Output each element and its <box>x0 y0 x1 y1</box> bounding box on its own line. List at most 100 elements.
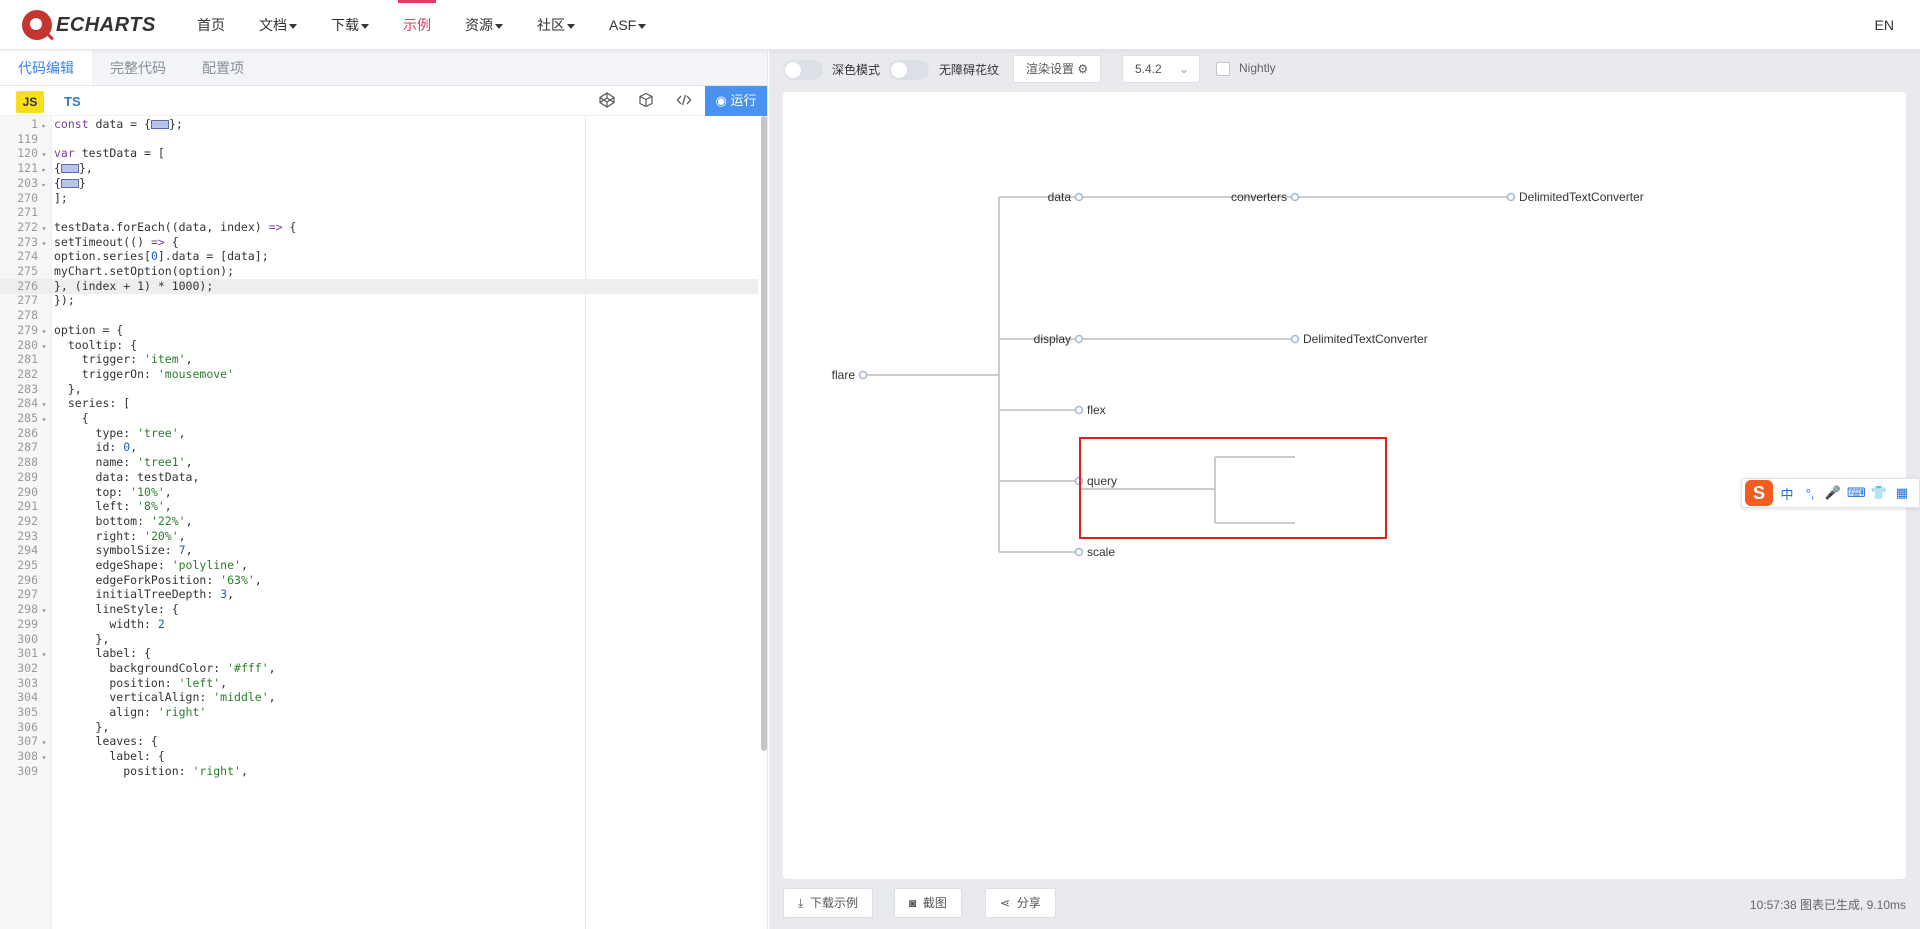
code-line[interactable]: 284 ▾ series: [ <box>0 396 758 411</box>
code-line[interactable]: 280 ▾ tooltip: { <box>0 338 758 353</box>
code-line[interactable]: 298 ▾ lineStyle: { <box>0 602 758 617</box>
echarts-logo[interactable]: ECHARTS <box>22 9 156 41</box>
code-line[interactable]: 299 width: 2 <box>0 617 758 632</box>
code-line[interactable]: 309 position: 'right', <box>0 764 758 779</box>
ime-chinese-toggle[interactable]: 中 <box>1778 484 1796 503</box>
code-line[interactable]: 290 top: '10%', <box>0 485 758 500</box>
tree-label-display[interactable]: display <box>1034 332 1071 346</box>
code-line[interactable]: 121 ▸{}, <box>0 161 758 176</box>
nav-item-download[interactable]: 下载 <box>314 0 386 50</box>
code-line[interactable]: 307 ▾ leaves: { <box>0 734 758 749</box>
code-line[interactable]: 304 verticalAlign: 'middle', <box>0 690 758 705</box>
code-line[interactable]: 273 ▾ setTimeout(() => { <box>0 235 758 250</box>
tree-label-flex[interactable]: flex <box>1087 403 1106 417</box>
keyboard-icon[interactable]: ⌨ <box>1847 485 1866 501</box>
code-line[interactable]: 278 <box>0 308 758 323</box>
codesandbox-icon[interactable] <box>636 92 656 112</box>
code-line[interactable]: 285 ▾ { <box>0 411 758 426</box>
tree-label-delimited-2[interactable]: DelimitedTextConverter <box>1303 332 1428 346</box>
code-line[interactable]: 296 edgeForkPosition: '63%', <box>0 573 758 588</box>
microphone-icon[interactable]: 🎤 <box>1824 485 1842 501</box>
nightly-checkbox[interactable] <box>1216 62 1230 76</box>
code-line[interactable]: 281 trigger: 'item', <box>0 352 758 367</box>
code-line[interactable]: 301 ▾ label: { <box>0 646 758 661</box>
sogou-logo-icon[interactable]: S <box>1745 480 1773 506</box>
code-line[interactable]: 275 myChart.setOption(option); <box>0 264 758 279</box>
tree-chart[interactable]: flare data converters DelimitedTextConverte… <box>783 92 1906 879</box>
editor-scrollbar[interactable] <box>761 116 767 751</box>
run-button[interactable]: ◉ 运行 <box>705 86 767 116</box>
tree-label-scale[interactable]: scale <box>1087 545 1115 559</box>
language-switch[interactable]: EN <box>1875 0 1894 50</box>
code-line[interactable]: 286 type: 'tree', <box>0 426 758 441</box>
codepen-icon[interactable] <box>597 92 617 112</box>
code-line[interactable]: 294 symbolSize: 7, <box>0 543 758 558</box>
code-line[interactable]: 295 edgeShape: 'polyline', <box>0 558 758 573</box>
code-line[interactable]: 271 <box>0 205 758 220</box>
code-line[interactable]: 300 }, <box>0 632 758 647</box>
code-line[interactable]: 283 }, <box>0 382 758 397</box>
code-line[interactable]: 308 ▾ label: { <box>0 749 758 764</box>
chart-container[interactable]: flare data converters DelimitedTextConverte… <box>783 92 1906 879</box>
tree-node-delimited-2[interactable] <box>1290 334 1300 344</box>
ime-punctuation-icon[interactable]: °, <box>1801 486 1819 501</box>
tree-label-delimited-1[interactable]: DelimitedTextConverter <box>1519 190 1644 204</box>
code-text: align: 'right' <box>54 705 207 719</box>
code-line[interactable]: 297 initialTreeDepth: 3, <box>0 587 758 602</box>
nav-item-resources[interactable]: 资源 <box>448 0 520 50</box>
dark-mode-toggle[interactable] <box>783 60 823 80</box>
code-line[interactable]: 203 ▸{} <box>0 176 758 191</box>
code-line[interactable]: 272 ▾ testData.forEach((data, index) => { <box>0 220 758 235</box>
screenshot-button[interactable]: ◙ 截图 <box>894 888 962 918</box>
code-line[interactable]: 119 <box>0 132 758 147</box>
code-line[interactable]: 1 ▸ const data = {}; <box>0 117 758 132</box>
nav-item-community[interactable]: 社区 <box>520 0 592 50</box>
tree-node-converters[interactable] <box>1290 192 1300 202</box>
code-line[interactable]: 306 }, <box>0 720 758 735</box>
share-button[interactable]: ⋖ 分享 <box>985 888 1056 918</box>
nav-item-docs[interactable]: 文档 <box>242 0 314 50</box>
lang-js-button[interactable]: JS <box>16 91 44 113</box>
skin-icon[interactable]: 👕 <box>1870 485 1888 501</box>
tree-node-flex[interactable] <box>1074 405 1084 415</box>
code-line[interactable]: 292 bottom: '22%', <box>0 514 758 529</box>
code-line[interactable]: 279 ▾ option = { <box>0 323 758 338</box>
code-line[interactable]: 287 id: 0, <box>0 440 758 455</box>
lang-ts-button[interactable]: TS <box>64 91 81 113</box>
nav-item-home[interactable]: 首页 <box>180 0 242 50</box>
code-line[interactable]: 276}, (index + 1) * 1000); <box>0 278 758 294</box>
nav-item-examples[interactable]: 示例 <box>386 0 448 50</box>
tree-node-delimited-1[interactable] <box>1506 192 1516 202</box>
tree-label-converters[interactable]: converters <box>1231 190 1287 204</box>
tab-full-code[interactable]: 完整代码 <box>92 50 184 85</box>
code-line[interactable]: 274 option.series[0].data = [data]; <box>0 249 758 264</box>
code-line[interactable]: 282 triggerOn: 'mousemove' <box>0 367 758 382</box>
code-line[interactable]: 302 backgroundColor: '#fff', <box>0 661 758 676</box>
code-line[interactable]: 288 name: 'tree1', <box>0 455 758 470</box>
accessible-pattern-toggle[interactable] <box>889 60 929 80</box>
code-area[interactable]: 1 ▸ const data = {}; 119 120 ▾ var testData = … <box>0 116 768 929</box>
code-line[interactable]: 277}); <box>0 293 758 308</box>
code-line[interactable]: 289 data: testData, <box>0 470 758 485</box>
tab-code-edit[interactable]: 代码编辑 <box>0 50 92 85</box>
version-select[interactable]: 5.4.2 ⌄ <box>1122 55 1200 83</box>
tree-label-data[interactable]: data <box>1048 190 1072 204</box>
tree-label-root[interactable]: flare <box>832 368 856 382</box>
code-line[interactable]: 305 align: 'right' <box>0 705 758 720</box>
tree-label-query[interactable]: query <box>1087 474 1117 488</box>
code-icon[interactable] <box>674 92 694 112</box>
tree-node-display[interactable] <box>1074 334 1084 344</box>
code-line[interactable]: 303 position: 'left', <box>0 676 758 691</box>
tree-node-scale[interactable] <box>1074 547 1084 557</box>
code-line[interactable]: 120 ▾ var testData = [ <box>0 146 758 161</box>
tree-node-root[interactable] <box>858 370 868 380</box>
tree-node-data[interactable] <box>1074 192 1084 202</box>
download-example-button[interactable]: ⤓ 下载示例 <box>783 888 873 918</box>
render-settings-button[interactable]: 渲染设置 ⚙ <box>1013 55 1102 83</box>
nav-item-asf[interactable]: ASF <box>592 0 663 50</box>
apps-grid-icon[interactable]: ▦ <box>1893 485 1911 501</box>
tab-options[interactable]: 配置项 <box>184 50 262 85</box>
code-line[interactable]: 270]; <box>0 191 758 206</box>
code-line[interactable]: 293 right: '20%', <box>0 529 758 544</box>
code-line[interactable]: 291 left: '8%', <box>0 499 758 514</box>
